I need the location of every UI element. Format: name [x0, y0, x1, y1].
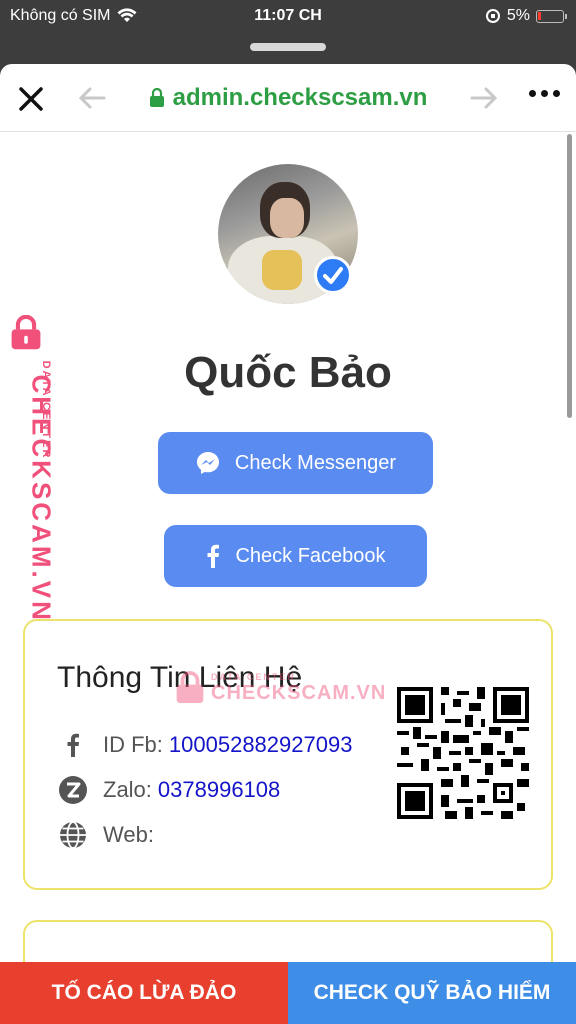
watermark-lock-icon — [176, 671, 204, 703]
battery-percent: 5% — [506, 7, 530, 24]
verified-badge-icon — [314, 256, 352, 294]
forward-arrow-icon[interactable] — [470, 86, 498, 110]
browser-toolbar: admin.checkscsam.vn — [0, 64, 576, 132]
zalo-label: Zalo: — [103, 777, 152, 802]
messenger-icon — [196, 452, 219, 474]
qr-code — [397, 687, 529, 819]
facebook-icon — [207, 544, 220, 568]
side-logo-brand: CHECKSCAM.VN — [26, 374, 57, 623]
battery-icon — [536, 9, 567, 23]
check-insurance-fund-button[interactable]: CHECK QUỸ BẢO HIỂM — [288, 962, 576, 1024]
contact-fb-row: ID Fb: 100052882927093 — [57, 729, 352, 761]
contact-zalo-row: Zalo: 0378996108 — [57, 774, 280, 806]
sheet-grabber[interactable] — [250, 43, 326, 51]
check-facebook-button[interactable]: Check Facebook — [164, 525, 427, 587]
zalo-number-link[interactable]: 0378996108 — [158, 777, 280, 803]
url-text: admin.checkscsam.vn — [172, 84, 428, 111]
lock-icon — [149, 88, 164, 107]
status-bar: Không có SIM 11:07 CH 5% — [0, 0, 576, 34]
report-scam-button[interactable]: TỐ CÁO LỪA ĐẢO — [0, 962, 288, 1024]
brand-lock-icon — [11, 315, 41, 350]
status-right: 5% — [485, 7, 567, 25]
contact-info-card: Thông Tin Liên Hệ DATA CENTER CHECKSCAM.… — [23, 619, 553, 890]
browser-sheet: admin.checkscsam.vn DATA CENTER CHECKSCA… — [0, 64, 576, 1024]
check-messenger-button[interactable]: Check Messenger — [158, 432, 433, 494]
profile-name: Quốc Bảo — [184, 348, 392, 397]
watermark-brand: CHECKSCAM.VN — [211, 681, 387, 704]
orientation-lock-icon — [485, 9, 500, 23]
footer-bar: TỐ CÁO LỪA ĐẢO CHECK QUỸ BẢO HIỂM — [0, 962, 576, 1024]
zalo-icon — [57, 774, 89, 806]
globe-icon — [57, 819, 89, 851]
check-facebook-label: Check Facebook — [235, 544, 386, 567]
fb-label: ID Fb: — [103, 732, 163, 757]
fb-id-link[interactable]: 100052882927093 — [169, 732, 353, 758]
side-logo: DATA CENTER CHECKSCAM.VN — [6, 309, 64, 623]
check-messenger-label: Check Messenger — [234, 451, 397, 474]
facebook-icon — [57, 729, 89, 761]
watermark-sub: DATA CENTER — [211, 671, 296, 682]
web-label: Web: — [103, 822, 154, 847]
contact-web-row: Web: — [57, 819, 154, 851]
more-options-icon[interactable] — [529, 90, 560, 97]
watermark: DATA CENTER CHECKSCAM.VN — [175, 671, 386, 705]
